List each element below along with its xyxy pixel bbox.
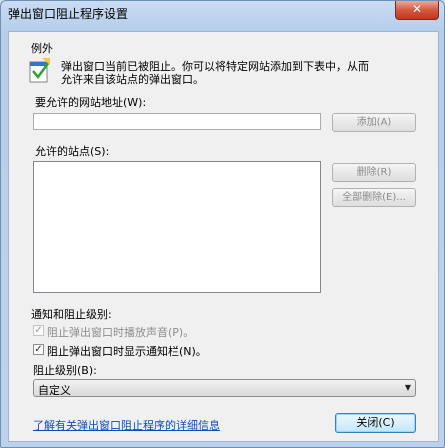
- add-button[interactable]: 添加(A): [332, 113, 416, 132]
- blocking-level-value: 自定义: [38, 384, 71, 397]
- learn-more-link[interactable]: 了解有关弹出窗口阻止程序的详细信息: [33, 417, 220, 433]
- allowed-sites-list[interactable]: [33, 161, 321, 293]
- play-sound-checkbox[interactable]: ✓: [33, 325, 44, 336]
- remove-all-button[interactable]: 全部删除(E)...: [332, 188, 416, 207]
- exceptions-section-label: 例外: [31, 42, 53, 55]
- notification-section-label: 通知和阻止级别:: [31, 308, 112, 321]
- address-label: 要允许的网站地址(W):: [35, 96, 147, 109]
- shield-warning-icon: [27, 56, 53, 84]
- blocking-level-select[interactable]: 自定义 ▼: [33, 379, 416, 397]
- close-button[interactable]: 关闭(C): [335, 413, 416, 433]
- popup-blocker-settings-window: 弹出窗口阻止程序设置 ✕ 例外 弹出窗口当前已被阻止。你可以将特定网站添加到下表…: [0, 0, 445, 448]
- info-text-line-2: 允许来自该站点的弹出窗口。: [61, 73, 204, 86]
- show-notification-bar-checkbox[interactable]: ✓: [33, 344, 44, 355]
- close-button-label: 关闭(C): [356, 416, 395, 429]
- blocking-level-label: 阻止级别(B):: [33, 364, 97, 377]
- window-close-button[interactable]: ✕: [395, 1, 439, 20]
- remove-button-label: 删除(R): [356, 167, 392, 178]
- chevron-down-icon: ▼: [404, 383, 411, 392]
- close-icon: ✕: [411, 2, 423, 16]
- address-input[interactable]: [33, 113, 321, 130]
- add-button-label: 添加(A): [356, 117, 392, 128]
- show-notification-bar-label: 阻止弹出窗口时显示通知栏(N)。: [47, 345, 207, 358]
- remove-button[interactable]: 删除(R): [332, 163, 416, 182]
- window-title: 弹出窗口阻止程序设置: [8, 7, 129, 21]
- play-sound-label: 阻止弹出窗口时播放声音(P)。: [47, 326, 195, 339]
- title-bar[interactable]: 弹出窗口阻止程序设置 ✕: [1, 1, 444, 25]
- remove-all-button-label: 全部删除(E)...: [342, 192, 406, 203]
- allowed-sites-label: 允许的站点(S):: [35, 145, 110, 158]
